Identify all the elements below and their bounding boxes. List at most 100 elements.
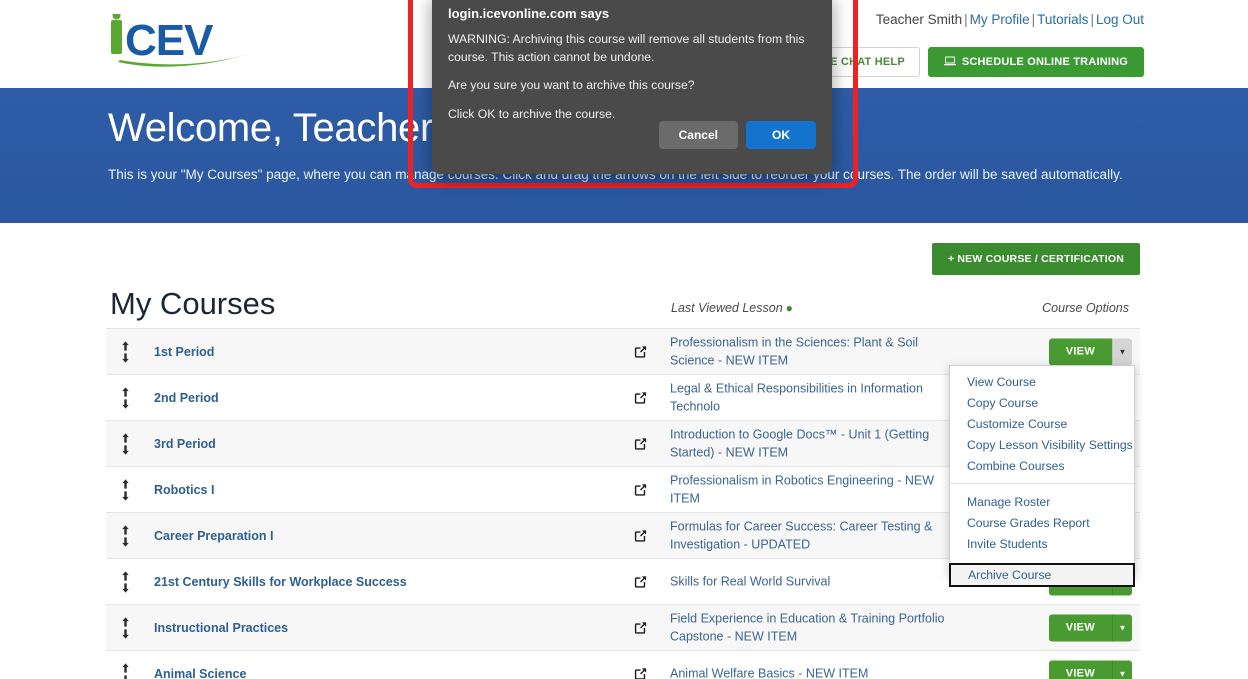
last-viewed-lesson-link[interactable]: Introduction to Google Docs™ - Unit 1 (G… <box>670 425 960 463</box>
course-name-link[interactable]: 2nd Period <box>154 391 219 405</box>
page-root: CEV Teacher Smith | My Profile | Tutorials | L… <box>0 0 1248 679</box>
col-header-course-options: Course Options <box>1042 301 1129 315</box>
last-viewed-lesson-link[interactable]: Professionalism in Robotics Engineering … <box>670 471 960 509</box>
last-viewed-lesson-link[interactable]: Legal & Ethical Responsibilities in Info… <box>670 379 960 417</box>
external-link-icon[interactable] <box>633 344 648 359</box>
arrow-up-icon[interactable] <box>120 340 131 351</box>
dropdown-item-manage-roster[interactable]: Manage Roster <box>950 491 1134 512</box>
arrow-down-icon[interactable] <box>120 674 131 679</box>
table-row: Instructional Practices Field Experience … <box>106 605 1140 651</box>
laptop-icon <box>943 56 956 69</box>
last-viewed-lesson-link[interactable]: Animal Welfare Basics - NEW ITEM <box>670 664 960 679</box>
dropdown-item-copy-course[interactable]: Copy Course <box>950 392 1134 413</box>
course-name-link[interactable]: Instructional Practices <box>154 621 288 635</box>
arrow-down-icon[interactable] <box>120 582 131 593</box>
arrow-up-icon[interactable] <box>120 524 131 535</box>
javascript-alert-dialog: login.icevonline.com says WARNING: Archi… <box>432 0 832 174</box>
arrow-up-icon[interactable] <box>120 616 131 627</box>
chevron-down-icon[interactable]: ▼ <box>1112 660 1132 679</box>
external-link-icon[interactable] <box>633 390 648 405</box>
arrow-up-icon[interactable] <box>120 386 131 397</box>
alert-cancel-button[interactable]: Cancel <box>658 121 738 149</box>
course-name-link[interactable]: Robotics I <box>154 483 214 497</box>
link-tutorials[interactable]: Tutorials <box>1037 12 1088 27</box>
alert-origin-title: login.icevonline.com says <box>448 6 610 21</box>
user-links: Teacher Smith | My Profile | Tutorials | Log O… <box>876 12 1144 27</box>
chevron-down-icon[interactable]: ▼ <box>1112 614 1132 641</box>
course-name-link[interactable]: 21st Century Skills for Workplace Succes… <box>154 575 407 589</box>
table-row: Animal Science Animal Welfare Basics - NE… <box>106 651 1140 679</box>
arrow-down-icon[interactable] <box>120 398 131 409</box>
arrow-up-icon[interactable] <box>120 570 131 581</box>
alert-message-line-2: Are you sure you want to archive this co… <box>448 78 695 93</box>
schedule-online-training-button[interactable]: SCHEDULE ONLINE TRAINING <box>927 47 1144 77</box>
view-course-button[interactable]: VIEW <box>1048 660 1112 679</box>
reorder-handle[interactable] <box>120 616 131 639</box>
user-name: Teacher Smith <box>875 12 963 27</box>
alert-ok-button[interactable]: OK <box>746 121 816 149</box>
external-link-icon[interactable] <box>633 666 648 679</box>
reorder-handle[interactable] <box>120 340 131 363</box>
view-course-button[interactable]: VIEW <box>1048 338 1112 365</box>
course-options-dropdown: View Course Copy Course Customize Course Co… <box>949 365 1135 577</box>
external-link-icon[interactable] <box>633 436 648 451</box>
dropdown-item-archive-course[interactable]: Archive Course <box>949 563 1135 587</box>
alert-buttons: Cancel OK <box>658 121 816 149</box>
external-link-icon[interactable] <box>633 574 648 589</box>
arrow-down-icon[interactable] <box>120 352 131 363</box>
dropdown-item-invite-students[interactable]: Invite Students <box>950 533 1134 554</box>
course-options-view-group: VIEW▼ <box>1048 660 1132 679</box>
last-viewed-lesson-link[interactable]: Field Experience in Education & Training… <box>670 609 960 647</box>
course-name-link[interactable]: Career Preparation I <box>154 529 274 543</box>
view-course-button[interactable]: VIEW <box>1048 614 1112 641</box>
schedule-online-training-label: SCHEDULE ONLINE TRAINING <box>961 56 1128 68</box>
col-header-last-viewed-lesson-text: Last Viewed Lesson <box>671 301 783 315</box>
external-link-icon[interactable] <box>633 528 648 543</box>
last-viewed-lesson-link[interactable]: Formulas for Career Success: Career Test… <box>670 517 960 555</box>
reorder-handle[interactable] <box>120 570 131 593</box>
arrow-down-icon[interactable] <box>120 536 131 547</box>
reorder-handle[interactable] <box>120 524 131 547</box>
dropdown-item-view-course[interactable]: View Course <box>950 371 1134 392</box>
arrow-up-icon[interactable] <box>120 478 131 489</box>
course-options-view-group: VIEW▼ <box>1048 338 1132 365</box>
last-viewed-lesson-link[interactable]: Skills for Real World Survival <box>670 572 960 591</box>
link-sep-3: | <box>1090 12 1094 27</box>
dropdown-item-customize-course[interactable]: Customize Course <box>950 413 1134 434</box>
last-viewed-lesson-link[interactable]: Professionalism in the Sciences: Plant &… <box>670 333 960 371</box>
new-course-certification-button[interactable]: + NEW COURSE / CERTIFICATION <box>931 243 1140 275</box>
col-header-last-viewed-lesson: Last Viewed Lesson ● <box>671 301 793 315</box>
link-log-out[interactable]: Log Out <box>1096 12 1144 27</box>
dropdown-item-archive-course-label: Archive Course <box>968 568 1052 582</box>
icev-logo[interactable]: CEV <box>108 14 258 72</box>
icev-logo-mark: CEV <box>111 14 248 67</box>
speech-bubble-icon: ● <box>785 301 793 315</box>
dropdown-item-copy-lesson-visibility-settings[interactable]: Copy Lesson Visibility Settings <box>950 434 1134 455</box>
reorder-handle[interactable] <box>120 478 131 501</box>
column-labels: Last Viewed Lesson ● Course Options <box>108 301 1140 329</box>
chevron-down-icon[interactable]: ▼ <box>1112 338 1132 365</box>
dropdown-divider <box>950 483 1134 484</box>
external-link-icon[interactable] <box>633 620 648 635</box>
arrow-down-icon[interactable] <box>120 444 131 455</box>
course-options-view-group: VIEW▼ <box>1048 614 1132 641</box>
arrow-down-icon[interactable] <box>120 490 131 501</box>
course-name-link[interactable]: 1st Period <box>154 345 214 359</box>
dropdown-item-course-grades-report[interactable]: Course Grades Report <box>950 512 1134 533</box>
link-sep-1: | <box>964 12 968 27</box>
header-buttons: LIVE CHAT HELP SCHEDULE ONLINE TRAINING <box>780 47 1144 77</box>
link-sep-2: | <box>1031 12 1036 27</box>
course-name-link[interactable]: 3rd Period <box>154 437 216 451</box>
dropdown-item-combine-courses[interactable]: Combine Courses <box>950 455 1134 476</box>
svg-text:CEV: CEV <box>125 16 214 65</box>
arrow-down-icon[interactable] <box>120 628 131 639</box>
course-name-link[interactable]: Animal Science <box>154 667 246 679</box>
reorder-handle[interactable] <box>120 432 131 455</box>
alert-message-line-1: WARNING: Archiving this course will remo… <box>448 32 805 64</box>
arrow-up-icon[interactable] <box>120 662 131 673</box>
reorder-handle[interactable] <box>120 386 131 409</box>
external-link-icon[interactable] <box>633 482 648 497</box>
link-my-profile[interactable]: My Profile <box>970 12 1030 27</box>
arrow-up-icon[interactable] <box>120 432 131 443</box>
reorder-handle[interactable] <box>120 662 131 679</box>
